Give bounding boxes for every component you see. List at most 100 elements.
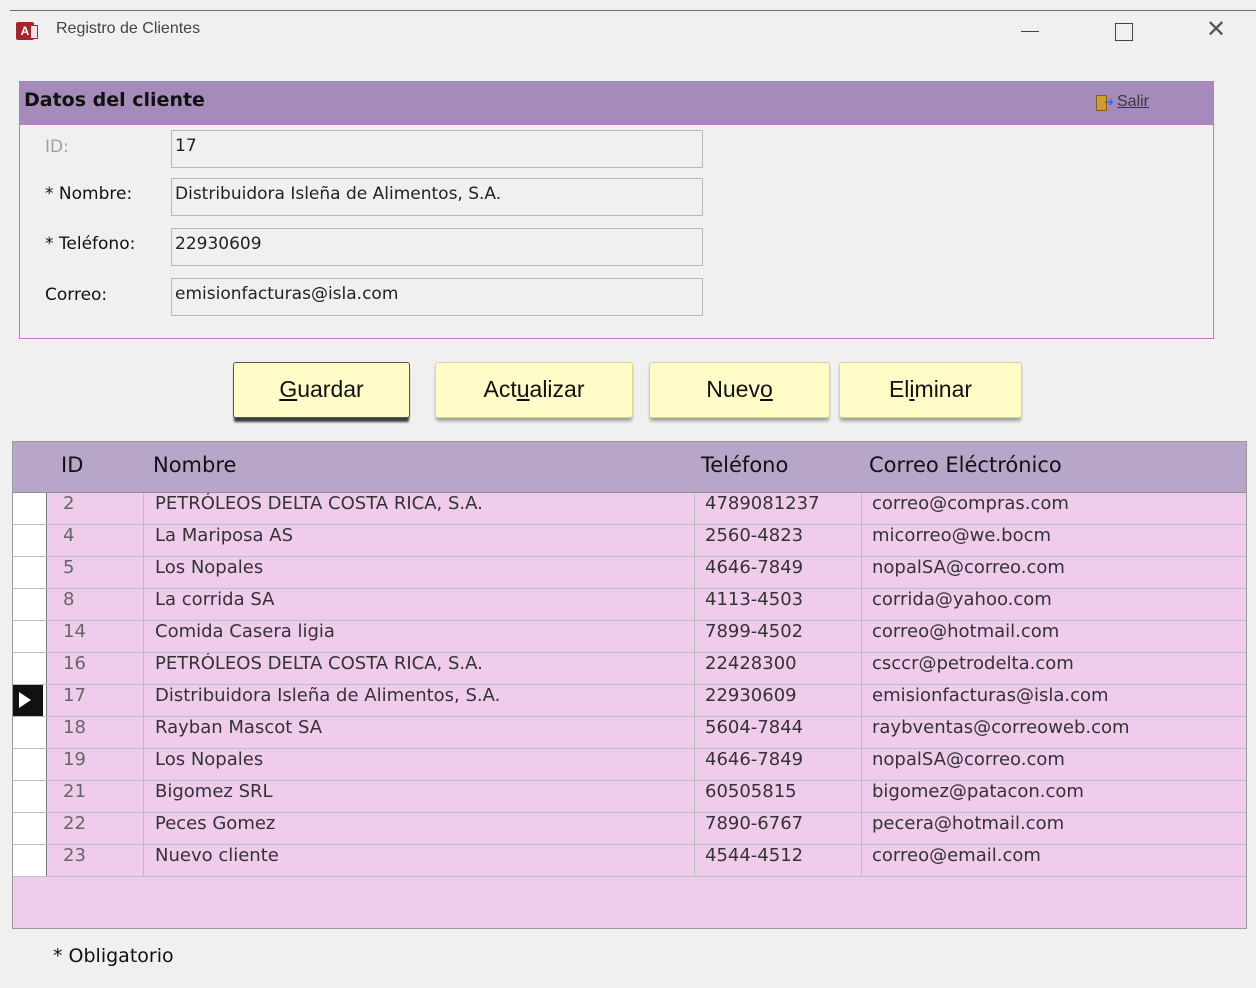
row-id-cell[interactable]: 5 [48, 557, 144, 588]
table-row[interactable]: 18 Rayban Mascot SA 5604-7844 raybventas@co… [13, 717, 1246, 749]
table-row[interactable]: 17 Distribuidora Isleña de Alimentos, S.A… [13, 685, 1246, 717]
row-nombre-cell[interactable]: Distribuidora Isleña de Alimentos, S.A. [145, 685, 695, 716]
row-nombre-cell[interactable]: Los Nopales [145, 749, 695, 780]
row-correo-cell[interactable]: nopalSA@correo.com [863, 557, 1246, 588]
nombre-field[interactable]: Distribuidora Isleña de Alimentos, S.A. [171, 178, 703, 216]
row-correo-cell[interactable]: emisionfacturas@isla.com [863, 685, 1246, 716]
row-telefono-cell[interactable]: 4544-4512 [696, 845, 862, 876]
row-telefono-cell[interactable]: 4789081237 [696, 493, 862, 524]
table-row[interactable]: 23 Nuevo cliente 4544-4512 correo@email.com [13, 845, 1246, 877]
id-field[interactable]: 17 [171, 130, 703, 168]
client-form-panel: Datos del cliente ➜ Salir ID: 17 * Nombr… [19, 81, 1214, 339]
row-id-cell[interactable]: 8 [48, 589, 144, 620]
row-telefono-cell[interactable]: 22428300 [696, 653, 862, 684]
row-nombre-cell[interactable]: Comida Casera ligia [145, 621, 695, 652]
table-row[interactable]: 22 Peces Gomez 7890-6767 pecera@hotmail.com [13, 813, 1246, 845]
row-correo-cell[interactable]: raybventas@correoweb.com [863, 717, 1246, 748]
exit-button[interactable]: ➜ Salir [1094, 93, 1149, 111]
maximize-button[interactable] [1104, 17, 1144, 47]
table-row[interactable]: 2 PETRÓLEOS DELTA COSTA RICA, S.A. 4789081… [13, 493, 1246, 525]
column-header-correo[interactable]: Correo Eléctrónico [869, 453, 1062, 477]
row-selector[interactable] [13, 621, 47, 652]
guardar-text-post: uardar [297, 376, 364, 402]
window-title: Registro de Clientes [56, 20, 201, 37]
row-telefono-cell[interactable]: 22930609 [696, 685, 862, 716]
row-nombre-cell[interactable]: Nuevo cliente [145, 845, 695, 876]
row-selector[interactable] [13, 525, 47, 556]
row-nombre-cell[interactable]: Peces Gomez [145, 813, 695, 844]
column-header-id[interactable]: ID [61, 453, 83, 477]
row-correo-cell[interactable]: nopalSA@correo.com [863, 749, 1246, 780]
row-telefono-cell[interactable]: 4646-7849 [696, 749, 862, 780]
row-id-cell[interactable]: 14 [48, 621, 144, 652]
row-selector[interactable] [13, 813, 47, 844]
row-telefono-cell[interactable]: 5604-7844 [696, 717, 862, 748]
minimize-button[interactable] [1010, 17, 1050, 47]
row-selector[interactable] [13, 781, 47, 812]
actualizar-button[interactable]: Actualizar [435, 362, 633, 418]
table-row[interactable]: 4 La Mariposa AS 2560-4823 micorreo@we.bocm [13, 525, 1246, 557]
id-label: ID: [45, 137, 69, 157]
row-selector[interactable] [13, 653, 47, 684]
guardar-accel: G [279, 376, 298, 402]
row-correo-cell[interactable]: corrida@yahoo.com [863, 589, 1246, 620]
row-nombre-cell[interactable]: La Mariposa AS [145, 525, 695, 556]
table-row[interactable]: 21 Bigomez SRL 60505815 bigomez@patacon.com [13, 781, 1246, 813]
row-telefono-cell[interactable]: 60505815 [696, 781, 862, 812]
nombre-label: * Nombre: [45, 184, 133, 204]
row-id-cell[interactable]: 2 [48, 493, 144, 524]
row-nombre-cell[interactable]: La corrida SA [145, 589, 695, 620]
row-telefono-cell[interactable]: 4646-7849 [696, 557, 862, 588]
telefono-field[interactable]: 22930609 [171, 228, 703, 266]
row-telefono-cell[interactable]: 7890-6767 [696, 813, 862, 844]
nuevo-text-pre: Nuev [706, 376, 760, 402]
table-row[interactable]: 8 La corrida SA 4113-4503 corrida@yahoo.com [13, 589, 1246, 621]
table-row[interactable]: 14 Comida Casera ligia 7899-4502 correo@hot… [13, 621, 1246, 653]
row-nombre-cell[interactable]: Rayban Mascot SA [145, 717, 695, 748]
row-id-cell[interactable]: 21 [48, 781, 144, 812]
row-id-cell[interactable]: 23 [48, 845, 144, 876]
table-row[interactable]: 5 Los Nopales 4646-7849 nopalSA@correo.com [13, 557, 1246, 589]
row-nombre-cell[interactable]: Bigomez SRL [145, 781, 695, 812]
row-correo-cell[interactable]: correo@compras.com [863, 493, 1246, 524]
row-correo-cell[interactable]: csccr@petrodelta.com [863, 653, 1246, 684]
row-nombre-cell[interactable]: PETRÓLEOS DELTA COSTA RICA, S.A. [145, 653, 695, 684]
row-correo-cell[interactable]: bigomez@patacon.com [863, 781, 1246, 812]
row-selector[interactable] [13, 717, 47, 748]
table-row[interactable]: 16 PETRÓLEOS DELTA COSTA RICA, S.A. 224283… [13, 653, 1246, 685]
row-selector[interactable] [13, 749, 47, 780]
row-id-cell[interactable]: 17 [48, 685, 144, 716]
close-button[interactable]: ✕ [1196, 14, 1236, 44]
actualizar-accel: u [516, 376, 530, 402]
row-selector[interactable] [13, 685, 47, 716]
row-id-cell[interactable]: 18 [48, 717, 144, 748]
row-correo-cell[interactable]: micorreo@we.bocm [863, 525, 1246, 556]
row-selector[interactable] [13, 557, 47, 588]
actualizar-text-pre: Act [483, 376, 517, 402]
table-row[interactable]: 19 Los Nopales 4646-7849 nopalSA@correo.com [13, 749, 1246, 781]
nuevo-button[interactable]: Nuevo [649, 362, 830, 418]
row-correo-cell[interactable]: correo@hotmail.com [863, 621, 1246, 652]
row-nombre-cell[interactable]: PETRÓLEOS DELTA COSTA RICA, S.A. [145, 493, 695, 524]
row-id-cell[interactable]: 22 [48, 813, 144, 844]
form-header: Datos del cliente ➜ Salir [20, 82, 1213, 125]
row-id-cell[interactable]: 19 [48, 749, 144, 780]
eliminar-button[interactable]: Eliminar [839, 362, 1022, 418]
row-nombre-cell[interactable]: Los Nopales [145, 557, 695, 588]
row-telefono-cell[interactable]: 7899-4502 [696, 621, 862, 652]
column-header-telefono[interactable]: Teléfono [701, 453, 788, 477]
correo-field[interactable]: emisionfacturas@isla.com [171, 278, 703, 316]
row-telefono-cell[interactable]: 4113-4503 [696, 589, 862, 620]
row-selector[interactable] [13, 493, 47, 524]
row-correo-cell[interactable]: correo@email.com [863, 845, 1246, 876]
row-correo-cell[interactable]: pecera@hotmail.com [863, 813, 1246, 844]
form-title: Datos del cliente [24, 89, 205, 111]
row-id-cell[interactable]: 4 [48, 525, 144, 556]
row-selector[interactable] [13, 589, 47, 620]
row-selector[interactable] [13, 845, 47, 876]
row-telefono-cell[interactable]: 2560-4823 [696, 525, 862, 556]
guardar-button[interactable]: Guardar [233, 362, 410, 418]
row-id-cell[interactable]: 16 [48, 653, 144, 684]
close-icon: ✕ [1205, 15, 1227, 43]
column-header-nombre[interactable]: Nombre [153, 453, 236, 477]
